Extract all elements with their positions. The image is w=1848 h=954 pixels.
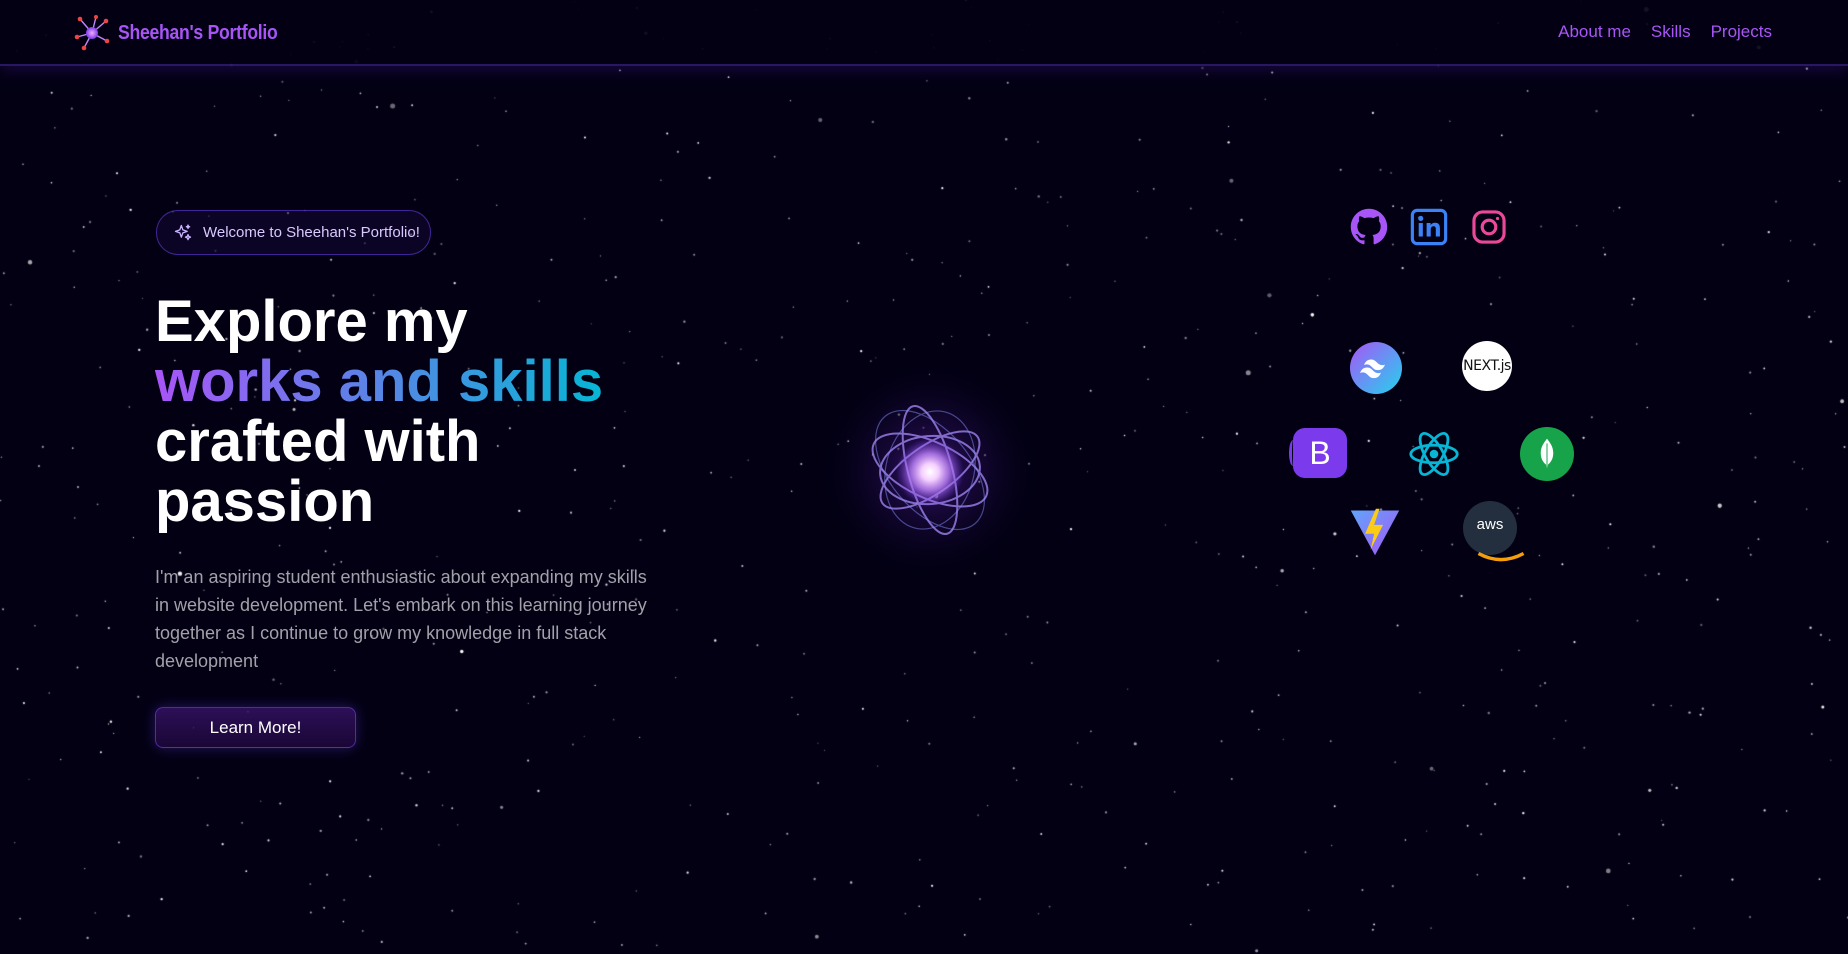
bootstrap-icon: B: [1289, 428, 1347, 478]
welcome-badge: Welcome to Sheehan's Portfolio!: [156, 210, 431, 255]
hero-headline: Explore my works and skills crafted with…: [155, 292, 603, 532]
headline-gradient-text: works and skills: [155, 349, 604, 414]
nav-link-skills[interactable]: Skills: [1651, 22, 1691, 42]
brand-name: Sheehan's Portfolio: [118, 21, 278, 44]
sparkles-icon: [174, 223, 192, 240]
linkedin-icon[interactable]: [1410, 208, 1448, 246]
react-icon: [1406, 426, 1462, 482]
instagram-icon[interactable]: [1470, 208, 1508, 246]
headline-line-3: crafted with: [155, 409, 481, 474]
top-navbar: Sheehan's Portfolio About me Skills Proj…: [0, 0, 1848, 66]
nav-links: About me Skills Projects: [1558, 22, 1772, 42]
brand-link[interactable]: Sheehan's Portfolio: [72, 13, 299, 53]
glowing-orb-graphic: [825, 365, 1035, 575]
atom-network-icon: [74, 15, 110, 51]
headline-line-1: Explore my: [155, 289, 468, 354]
welcome-badge-text: Welcome to Sheehan's Portfolio!: [203, 224, 420, 241]
aws-icon: aws: [1463, 501, 1525, 562]
hero-description: I'm an aspiring student enthusiastic abo…: [155, 567, 647, 671]
learn-more-button[interactable]: Learn More!: [155, 707, 356, 748]
nav-link-projects[interactable]: Projects: [1711, 22, 1772, 42]
github-icon[interactable]: [1350, 208, 1388, 246]
tailwind-icon: [1350, 342, 1402, 394]
nextjs-label: NEXT.js: [1463, 358, 1511, 374]
bootstrap-label: B: [1309, 434, 1331, 471]
mongodb-icon: [1520, 427, 1574, 481]
nextjs-icon: NEXT.js: [1462, 341, 1512, 391]
headline-line-4: passion: [155, 469, 375, 534]
hero-section: Welcome to Sheehan's Portfolio! Explore …: [0, 0, 1848, 954]
vite-icon: [1346, 504, 1404, 560]
aws-label: aws: [1476, 515, 1504, 533]
nav-link-about[interactable]: About me: [1558, 22, 1631, 42]
